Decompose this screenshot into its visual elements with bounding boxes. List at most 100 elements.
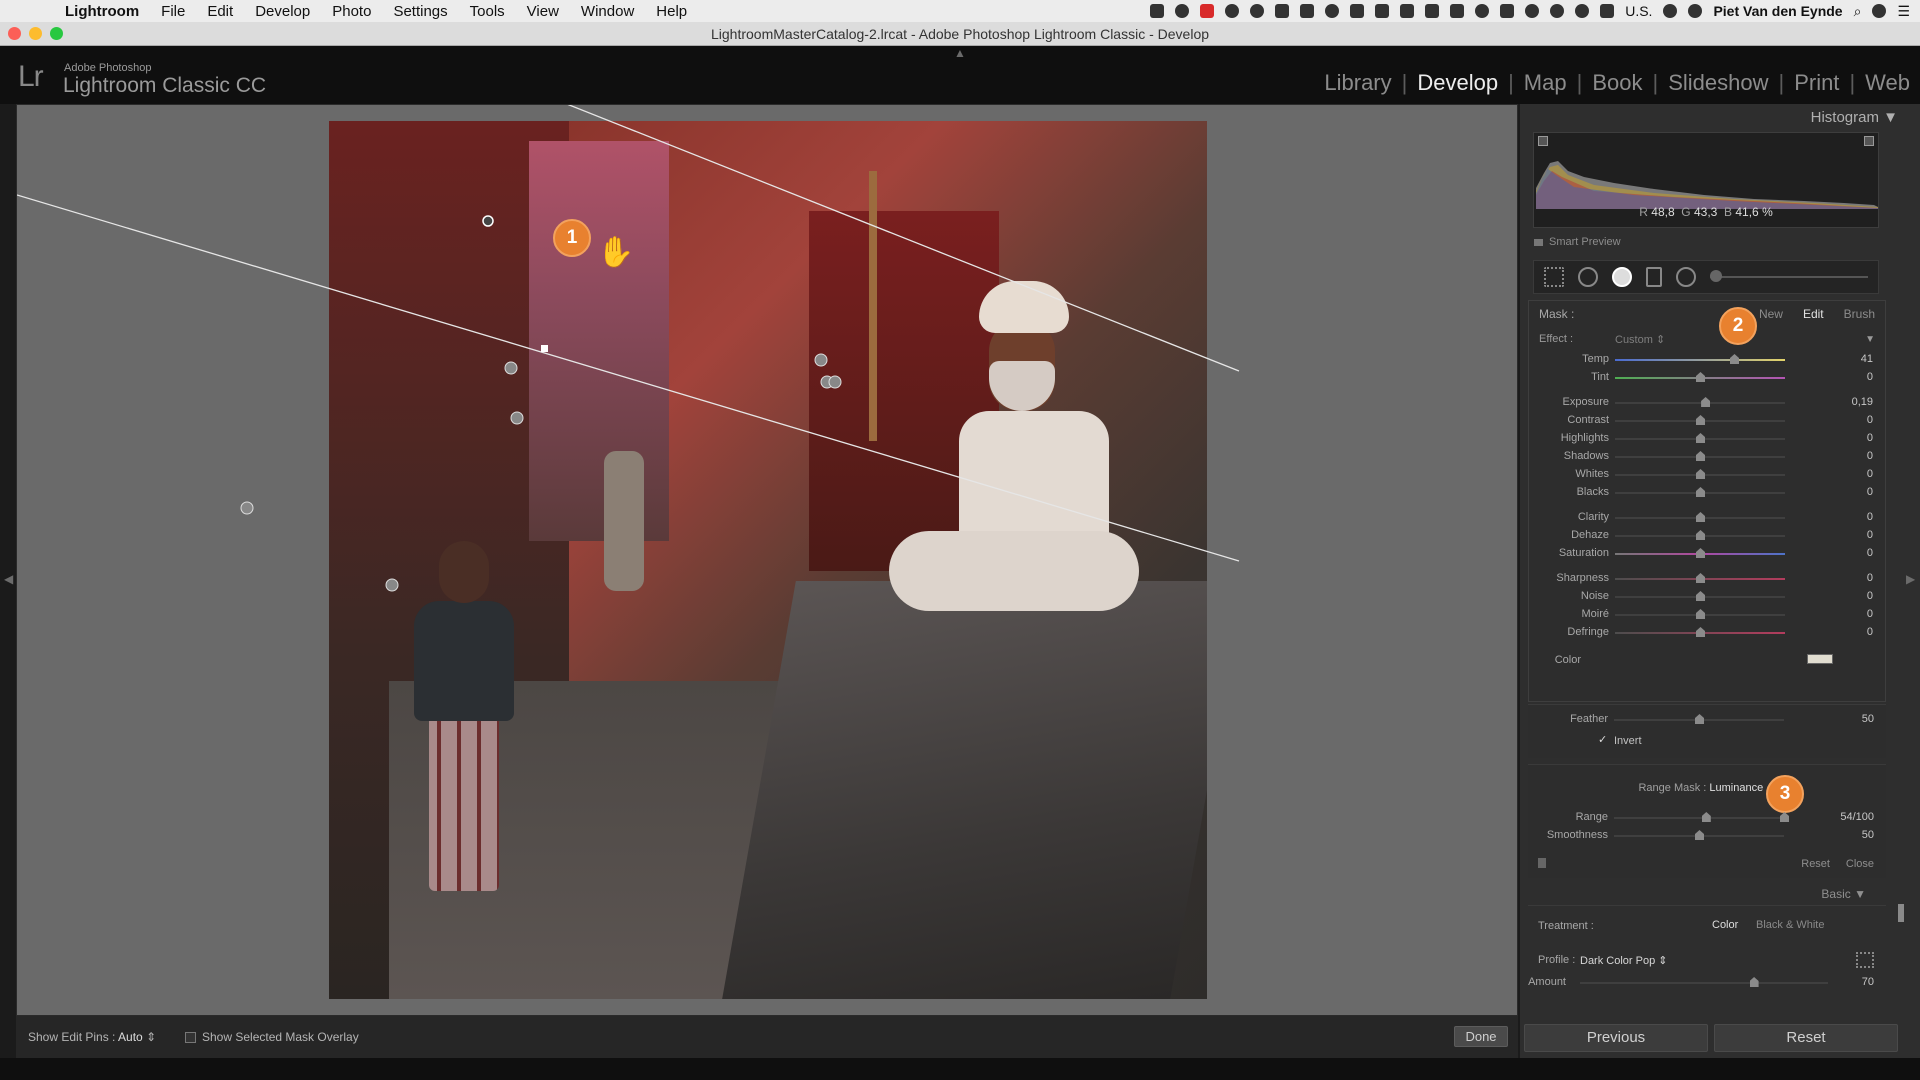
slider-value[interactable]: 0 <box>1833 626 1873 638</box>
histogram[interactable]: R 48,8 G 43,3 B 41,6 % <box>1533 132 1879 228</box>
mask-brush-button[interactable]: Brush <box>1834 307 1885 321</box>
right-panel-scrollbar[interactable] <box>1898 104 1906 1058</box>
mask-close-button[interactable]: Close <box>1846 858 1874 870</box>
module-slideshow[interactable]: Slideshow <box>1668 70 1768 96</box>
menu-photo[interactable]: Photo <box>321 3 382 20</box>
treatment-bw-button[interactable]: Black & White <box>1756 919 1824 931</box>
mask-reset-button[interactable]: Reset <box>1801 858 1830 870</box>
volume-icon[interactable] <box>1663 4 1678 18</box>
menu-window[interactable]: Window <box>570 3 645 20</box>
slider-value[interactable]: 0 <box>1833 590 1873 602</box>
slider-value[interactable]: 0 <box>1833 468 1873 480</box>
app-tray-icon[interactable] <box>1200 4 1215 18</box>
edit-pin[interactable] <box>510 411 524 425</box>
left-panel-toggle-icon[interactable]: ◀ <box>4 572 13 586</box>
slider-value[interactable]: 0 <box>1833 572 1873 584</box>
notifications-icon[interactable]: ☰ <box>1897 3 1910 20</box>
module-library[interactable]: Library <box>1324 70 1391 96</box>
drop-icon[interactable] <box>1375 4 1390 18</box>
image-view[interactable]: 1 ✋ <box>16 104 1518 1016</box>
slider-value[interactable]: 0 <box>1833 547 1873 559</box>
previous-button[interactable]: Previous <box>1524 1024 1708 1052</box>
smart-preview-status[interactable]: Smart Preview <box>1534 236 1906 248</box>
slider-knob[interactable] <box>1696 627 1705 637</box>
slider-knob[interactable] <box>1696 591 1705 601</box>
amount-track[interactable] <box>1580 982 1828 984</box>
feather-value[interactable]: 50 <box>1834 713 1874 725</box>
slider-knob[interactable] <box>1696 469 1705 479</box>
amount-value[interactable]: 70 <box>1834 976 1874 988</box>
slider-knob[interactable] <box>1696 451 1705 461</box>
range-mask-value[interactable]: Luminance <box>1709 782 1763 794</box>
reset-button[interactable]: Reset <box>1714 1024 1898 1052</box>
top-panel-toggle-icon[interactable]: ▲ <box>954 46 966 60</box>
range-track[interactable] <box>1614 817 1784 819</box>
red-eye-tool-icon[interactable] <box>1612 267 1632 287</box>
slider-knob[interactable] <box>1696 530 1705 540</box>
mask-overlay-checkbox[interactable] <box>185 1031 196 1043</box>
creative-cloud-icon[interactable] <box>1175 4 1190 18</box>
brush-tool-slider[interactable] <box>1710 270 1868 282</box>
edit-pin[interactable] <box>504 361 518 375</box>
range-mask-selector[interactable]: Range Mask : Luminance ⇕ <box>1528 781 1886 794</box>
slider-value[interactable]: 0 <box>1833 511 1873 523</box>
wifi-icon[interactable] <box>1575 4 1590 18</box>
dropbox-icon[interactable] <box>1150 4 1165 18</box>
invert-row[interactable]: ✓ Invert <box>1528 733 1886 751</box>
histogram-header[interactable]: Histogram ▼ <box>1524 104 1906 132</box>
slider-knob[interactable] <box>1730 354 1739 364</box>
scrollbar-thumb[interactable] <box>1898 904 1904 922</box>
clock-icon[interactable] <box>1688 4 1703 18</box>
invert-checkbox[interactable]: ✓ <box>1598 735 1608 746</box>
show-edit-pins[interactable]: Show Edit Pins : Auto ⇕ <box>28 1030 156 1044</box>
mask-enable-toggle[interactable] <box>1538 858 1546 868</box>
module-develop[interactable]: Develop <box>1417 70 1498 96</box>
slider-value[interactable]: 41 <box>1833 353 1873 365</box>
shadow-clipping-icon[interactable] <box>1538 136 1548 146</box>
show-mask-overlay-option[interactable]: Show Selected Mask Overlay <box>185 1030 359 1044</box>
spotlight-icon[interactable]: ⌕ <box>1854 3 1862 20</box>
smoothness-knob[interactable] <box>1695 830 1704 840</box>
module-web[interactable]: Web <box>1865 70 1910 96</box>
camera-icon[interactable] <box>1225 4 1240 18</box>
slider-knob[interactable] <box>1696 609 1705 619</box>
slider-knob[interactable] <box>1696 548 1705 558</box>
crop-tool-icon[interactable] <box>1544 267 1564 287</box>
smoothness-value[interactable]: 50 <box>1834 829 1874 841</box>
treatment-color-button[interactable]: Color <box>1712 919 1738 931</box>
m-icon[interactable] <box>1325 4 1340 18</box>
user-name[interactable]: Piet Van den Eynde <box>1713 3 1842 19</box>
color-swatch[interactable] <box>1807 654 1833 664</box>
menu-file[interactable]: File <box>150 3 196 20</box>
slider-track[interactable] <box>1615 359 1785 361</box>
slider-value[interactable]: 0 <box>1833 450 1873 462</box>
sync-icon[interactable] <box>1475 4 1490 18</box>
screen-icon[interactable] <box>1275 4 1290 18</box>
slider-value[interactable]: 0 <box>1833 529 1873 541</box>
tools-icon[interactable] <box>1300 4 1315 18</box>
radial-filter-tool-icon[interactable] <box>1676 267 1696 287</box>
profile-browser-icon[interactable] <box>1856 952 1874 968</box>
bluetooth-icon[interactable] <box>1550 4 1565 18</box>
effect-collapse-icon[interactable]: ▼ <box>1865 334 1875 345</box>
slider-value[interactable]: 0 <box>1833 371 1873 383</box>
menu-view[interactable]: View <box>516 3 570 20</box>
highlight-clipping-icon[interactable] <box>1864 136 1874 146</box>
airplay-icon[interactable] <box>1600 4 1615 18</box>
module-book[interactable]: Book <box>1592 70 1642 96</box>
menu-develop[interactable]: Develop <box>244 3 321 20</box>
clipboard-icon[interactable] <box>1400 4 1415 18</box>
slider-value[interactable]: 0 <box>1833 486 1873 498</box>
show-edit-pins-value[interactable]: Auto <box>118 1030 143 1044</box>
menu-tools[interactable]: Tools <box>459 3 516 20</box>
menu-settings[interactable]: Settings <box>382 3 458 20</box>
menu-app[interactable]: Lightroom <box>54 3 150 20</box>
menu-help[interactable]: Help <box>645 3 698 20</box>
basic-panel-header[interactable]: Basic ▼ <box>1528 884 1886 906</box>
spot-removal-tool-icon[interactable] <box>1578 267 1598 287</box>
slider-knob[interactable] <box>1696 433 1705 443</box>
camera-app-icon[interactable] <box>1450 4 1465 18</box>
profile-dropdown[interactable]: Dark Color Pop ⇕ <box>1580 954 1667 967</box>
slider-knob[interactable] <box>1696 512 1705 522</box>
mask-edit-button[interactable]: Edit <box>1793 307 1834 321</box>
